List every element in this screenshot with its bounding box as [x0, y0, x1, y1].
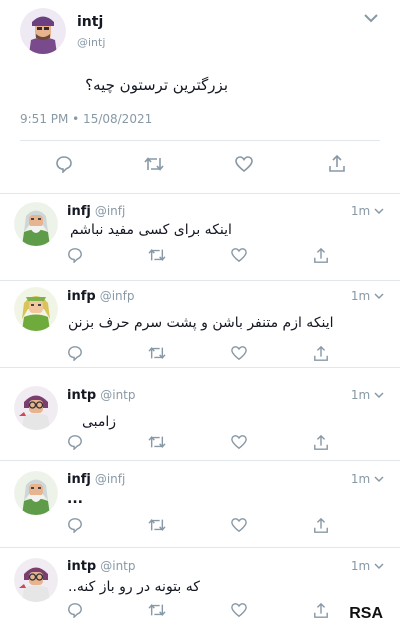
like-icon[interactable] — [230, 345, 248, 361]
reply-time[interactable]: 1m — [351, 472, 384, 486]
like-icon[interactable] — [234, 155, 254, 173]
share-icon[interactable] — [328, 154, 346, 173]
reply-text: ... — [67, 491, 83, 507]
reply-actions — [0, 345, 400, 365]
share-icon[interactable] — [313, 247, 329, 264]
infj-avatar[interactable] — [14, 202, 58, 246]
reply-actions — [0, 434, 400, 454]
reply-author[interactable]: infj @infj — [67, 472, 125, 487]
share-icon[interactable] — [313, 517, 329, 534]
reply-time[interactable]: 1m — [351, 289, 384, 303]
infp-avatar[interactable] — [14, 287, 58, 331]
reply-icon[interactable] — [67, 345, 83, 361]
reply-tweet: infp @infp 1m اینکه ازم متنفر باشن و پشت … — [0, 281, 400, 368]
retweet-icon[interactable] — [148, 345, 166, 361]
reply-text: که بتونه در رو باز کنه.. — [68, 579, 200, 595]
retweet-icon[interactable] — [148, 434, 166, 450]
reply-icon[interactable] — [55, 155, 73, 173]
reply-actions — [0, 602, 400, 622]
reply-author[interactable]: intp @intp — [67, 559, 136, 574]
retweet-icon[interactable] — [148, 247, 166, 263]
infj-avatar[interactable] — [14, 471, 58, 515]
reply-time[interactable]: 1m — [351, 388, 384, 402]
like-icon[interactable] — [230, 602, 248, 618]
intp-avatar[interactable] — [14, 558, 58, 602]
like-icon[interactable] — [230, 434, 248, 450]
reply-tweet: infj @infj 1m ... — [0, 461, 400, 548]
tweet-timestamp[interactable]: 9:51 PM • 15/08/2021 — [20, 112, 152, 126]
reply-tweet: intp @intp 1m زامبی — [0, 374, 400, 461]
reply-icon[interactable] — [67, 602, 83, 618]
reply-author[interactable]: infj @infj — [67, 204, 125, 219]
author-handle[interactable]: @intj — [77, 36, 105, 49]
intj-avatar[interactable] — [20, 8, 66, 54]
retweet-icon[interactable] — [144, 155, 164, 173]
like-icon[interactable] — [230, 247, 248, 263]
share-icon[interactable] — [313, 434, 329, 451]
reply-time[interactable]: 1m — [351, 204, 384, 218]
reply-tweet: infj @infj 1m اینکه برای کسی مفید نباشم — [0, 194, 400, 281]
author-name[interactable]: intj — [77, 14, 103, 30]
reply-text: اینکه ازم متنفر باشن و پشت سرم حرف بزنن — [68, 315, 334, 331]
retweet-icon[interactable] — [148, 602, 166, 618]
reply-icon[interactable] — [67, 517, 83, 533]
reply-actions — [0, 517, 400, 537]
retweet-icon[interactable] — [148, 517, 166, 533]
intp-avatar[interactable] — [14, 386, 58, 430]
tweet-text: بزرگترین ترستون چیه؟ — [85, 76, 228, 94]
share-icon[interactable] — [313, 602, 329, 619]
like-icon[interactable] — [230, 517, 248, 533]
watermark: RSA — [349, 605, 383, 622]
tweet-actions — [0, 153, 400, 175]
reply-icon[interactable] — [67, 247, 83, 263]
divider — [20, 140, 380, 141]
reply-author[interactable]: intp @intp — [67, 388, 136, 403]
reply-actions — [0, 247, 400, 267]
reply-tweet: intp @intp 1m که بتونه در رو باز کنه.. — [0, 548, 400, 629]
reply-text: زامبی — [82, 414, 117, 430]
reply-icon[interactable] — [67, 434, 83, 450]
reply-text: اینکه برای کسی مفید نباشم — [70, 222, 232, 238]
main-tweet: intj @intj بزرگترین ترستون چیه؟ 9:51 PM … — [0, 0, 400, 194]
share-icon[interactable] — [313, 345, 329, 362]
chevron-down-icon[interactable] — [364, 12, 378, 27]
reply-author[interactable]: infp @infp — [67, 289, 134, 304]
reply-time[interactable]: 1m — [351, 559, 384, 573]
